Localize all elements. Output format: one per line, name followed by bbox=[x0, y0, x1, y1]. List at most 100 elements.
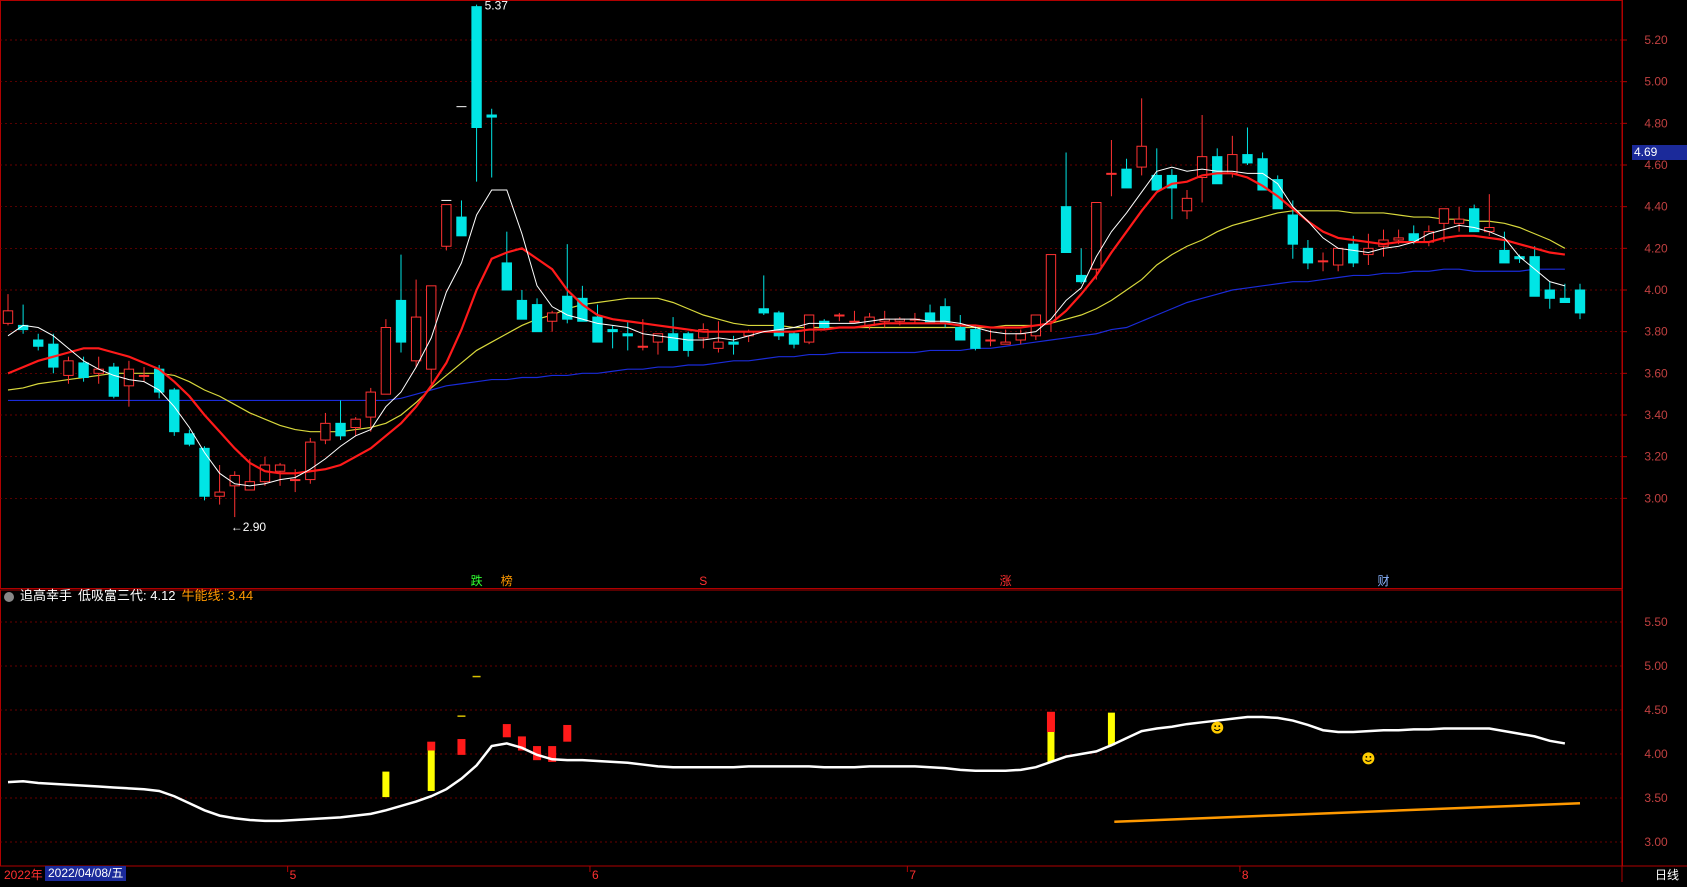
sub-panel-frame bbox=[0, 589, 1623, 867]
low-marker: ←2.90 bbox=[231, 520, 267, 534]
indicator-toggle-icon[interactable] bbox=[4, 591, 14, 602]
candle-body bbox=[1544, 289, 1555, 299]
smiley-face-icon bbox=[1211, 721, 1224, 734]
month-label: 8 bbox=[1242, 868, 1249, 882]
candle-body bbox=[320, 422, 331, 441]
candle bbox=[1196, 115, 1208, 203]
event-tag: 涨 bbox=[1000, 573, 1012, 588]
candle bbox=[1166, 169, 1178, 220]
candle-body bbox=[592, 316, 603, 343]
sub-y-tick-label: 5.00 bbox=[1644, 659, 1668, 673]
candle bbox=[1453, 206, 1465, 232]
candle bbox=[531, 298, 543, 333]
candle-body bbox=[365, 391, 376, 418]
smiley-eye bbox=[1365, 756, 1368, 758]
y-tick-label: 3.60 bbox=[1644, 366, 1668, 380]
signal-bar-red bbox=[457, 739, 466, 755]
candle-body bbox=[955, 327, 966, 341]
candle-body bbox=[849, 320, 860, 323]
candle-body bbox=[607, 329, 618, 333]
candle-body bbox=[1227, 154, 1238, 174]
candle-body bbox=[667, 333, 679, 351]
candle bbox=[1106, 140, 1117, 197]
signal-bar-red bbox=[563, 724, 572, 742]
candle bbox=[834, 312, 845, 322]
candle-body bbox=[1015, 333, 1026, 341]
candle-body bbox=[637, 345, 649, 348]
candle bbox=[1559, 283, 1571, 304]
month-label: 6 bbox=[592, 868, 599, 882]
candle bbox=[698, 323, 709, 349]
candle-body bbox=[834, 314, 845, 317]
candle bbox=[1091, 202, 1102, 280]
candle bbox=[667, 317, 679, 351]
candle bbox=[380, 319, 392, 395]
candle bbox=[410, 279, 422, 368]
candle-body bbox=[683, 333, 694, 351]
current-price-label: 4.69 bbox=[1632, 145, 1687, 160]
candle bbox=[17, 304, 29, 334]
event-tag: 财 bbox=[1377, 574, 1389, 588]
candle-body bbox=[1212, 156, 1223, 185]
candle bbox=[1242, 127, 1253, 165]
candle-body bbox=[78, 362, 89, 378]
candle-body bbox=[713, 341, 724, 349]
candle-body bbox=[970, 329, 981, 349]
candle bbox=[456, 200, 467, 237]
candle-body bbox=[290, 479, 301, 482]
smiley-eye bbox=[1369, 756, 1372, 758]
candle-body bbox=[1438, 208, 1450, 224]
sub-y-tick-label: 3.50 bbox=[1644, 791, 1668, 805]
candle bbox=[909, 312, 921, 324]
candle bbox=[622, 321, 633, 351]
smiley-face bbox=[1211, 721, 1224, 734]
candle-body bbox=[531, 304, 543, 333]
candle-body bbox=[924, 312, 936, 324]
candle bbox=[955, 315, 966, 341]
y-tick-label: 4.20 bbox=[1644, 241, 1668, 255]
candle bbox=[229, 471, 240, 518]
ma10-line bbox=[7, 172, 1566, 475]
candle bbox=[713, 321, 724, 353]
period-label[interactable]: 日线 bbox=[1655, 866, 1679, 883]
sub-y-tick-label: 3.00 bbox=[1644, 835, 1668, 849]
y-tick-label: 5.00 bbox=[1644, 75, 1668, 89]
candle-body bbox=[441, 204, 452, 247]
candle bbox=[1181, 190, 1193, 220]
candle bbox=[33, 333, 44, 351]
candle bbox=[970, 325, 981, 351]
candle-body bbox=[1136, 145, 1147, 168]
candle bbox=[123, 360, 135, 407]
candle-body bbox=[395, 299, 407, 343]
candle-body bbox=[259, 464, 271, 483]
sub-y-tick-label: 5.50 bbox=[1644, 615, 1668, 629]
candle-body bbox=[108, 366, 119, 397]
candle bbox=[1317, 252, 1329, 272]
niu-energy-line bbox=[1114, 802, 1581, 824]
candle bbox=[486, 108, 497, 178]
candle-body bbox=[728, 341, 739, 345]
candle bbox=[1574, 283, 1586, 320]
candle-body bbox=[410, 316, 422, 362]
candle-body bbox=[486, 114, 497, 118]
candle bbox=[758, 275, 769, 315]
candle bbox=[1151, 148, 1162, 191]
candle-body bbox=[1000, 341, 1011, 345]
candle bbox=[1363, 233, 1374, 265]
candle bbox=[471, 4, 482, 182]
candle bbox=[1332, 247, 1344, 272]
candle-body bbox=[1453, 218, 1465, 224]
smiley-eye bbox=[1214, 725, 1217, 727]
indicator-name: 追高幸手 bbox=[20, 588, 73, 603]
candle bbox=[1000, 329, 1011, 345]
candle bbox=[441, 204, 452, 251]
candle bbox=[1212, 148, 1223, 185]
candle-body bbox=[1181, 197, 1193, 212]
sub-y-tick-label: 4.50 bbox=[1644, 703, 1668, 717]
y-tick-label: 3.20 bbox=[1644, 450, 1668, 464]
candle bbox=[683, 331, 694, 357]
candle-body bbox=[788, 333, 800, 345]
candle-body bbox=[1302, 247, 1314, 264]
y-tick-label: 3.80 bbox=[1644, 325, 1668, 339]
candle bbox=[1121, 158, 1132, 189]
